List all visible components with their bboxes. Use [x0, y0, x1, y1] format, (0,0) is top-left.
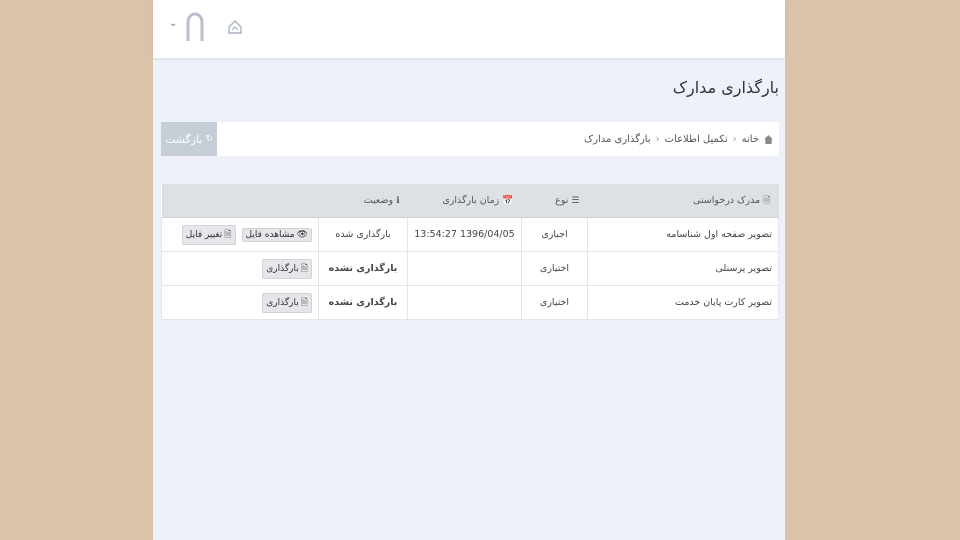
calendar-icon: 📅: [502, 196, 514, 206]
table-row: تصویر کارت پایان خدمت اختیاری بارگذاری ن…: [161, 285, 779, 320]
header-status: ℹ وضعیت: [318, 184, 408, 218]
list-icon: ☰: [571, 196, 580, 206]
info-icon: ℹ: [396, 196, 400, 206]
file-icon: 🗎: [300, 297, 308, 308]
cell-status: بارگذاری شده: [318, 217, 408, 252]
cell-document: تصویر پرسنلی: [587, 251, 779, 286]
header-type: ☰ نوع: [521, 184, 588, 218]
cell-upload-time: [407, 251, 522, 286]
home-icon[interactable]: [227, 19, 243, 35]
breadcrumb-item-complete-info[interactable]: تکمیل اطلاعات: [665, 134, 728, 145]
cell-type: اجباری: [521, 217, 588, 252]
home-icon: [764, 134, 773, 144]
breadcrumb-item-current: بارگذاری مدارک: [584, 133, 651, 145]
file-icon: 🗎: [763, 195, 771, 206]
header-actions: [161, 184, 319, 218]
cell-upload-time: [407, 285, 522, 320]
cell-actions: 🗎 بارگذاری: [161, 285, 319, 320]
cell-document: تصویر صفحه اول شناسامه: [587, 217, 779, 252]
cell-status: بارگذاری نشده: [318, 285, 408, 320]
breadcrumb-bar: ↻ بازگشت خانه ‹ تکمیل اطلاعات ‹ بارگذاری…: [161, 122, 779, 156]
change-file-button[interactable]: 🗎 تغییر فایل: [181, 224, 236, 245]
file-icon: 🗎: [300, 263, 308, 274]
back-button-label: بازگشت: [164, 132, 203, 146]
cell-actions: 👁 مشاهده فایل 🗎 تغییر فایل: [161, 217, 319, 252]
page-title: بارگذاری مدارک: [672, 78, 779, 97]
eye-icon: 👁: [296, 229, 308, 240]
cell-type: اختیاری: [521, 251, 588, 286]
chevron-down-icon[interactable]: ⌄: [169, 18, 177, 29]
breadcrumb-item-home[interactable]: خانه: [742, 134, 759, 145]
header-upload-time: 📅 زمان بارگذاری: [407, 184, 522, 218]
upload-button[interactable]: 🗎 بارگذاری: [262, 292, 312, 313]
file-icon: 🗎: [224, 229, 232, 240]
refresh-icon: ↻: [205, 134, 214, 144]
breadcrumb-separator-icon: ‹: [732, 133, 737, 145]
cell-document: تصویر کارت پایان خدمت: [587, 285, 779, 320]
table-header-row: 🗎 مدرک درخواستی ☰ نوع 📅 زمان بارگذاری ℹ …: [161, 184, 779, 218]
table-row: تصویر پرسنلی اختیاری بارگذاری نشده 🗎 بار…: [161, 251, 779, 286]
app-window: ⌄ بارگذاری مدارک ↻ بازگشت خانه ‹ تکمیل ا…: [153, 0, 785, 540]
breadcrumb: خانه ‹ تکمیل اطلاعات ‹ بارگذاری مدارک: [584, 122, 773, 156]
upload-button[interactable]: 🗎 بارگذاری: [262, 258, 312, 279]
cell-actions: 🗎 بارگذاری: [161, 251, 319, 286]
cell-type: اختیاری: [521, 285, 588, 320]
header-document: 🗎 مدرک درخواستی: [587, 184, 779, 218]
back-button[interactable]: ↻ بازگشت: [161, 122, 217, 156]
table-row: تصویر صفحه اول شناسامه اجباری 1396/04/05…: [161, 217, 779, 252]
top-navbar: ⌄: [153, 0, 785, 58]
user-avatar-icon[interactable]: [185, 12, 205, 42]
breadcrumb-separator-icon: ‹: [655, 133, 660, 145]
cell-status: بارگذاری نشده: [318, 251, 408, 286]
documents-table: 🗎 مدرک درخواستی ☰ نوع 📅 زمان بارگذاری ℹ …: [161, 184, 779, 320]
cell-upload-time: 1396/04/05 13:54:27: [407, 217, 522, 252]
view-file-button[interactable]: 👁 مشاهده فایل: [241, 227, 312, 242]
